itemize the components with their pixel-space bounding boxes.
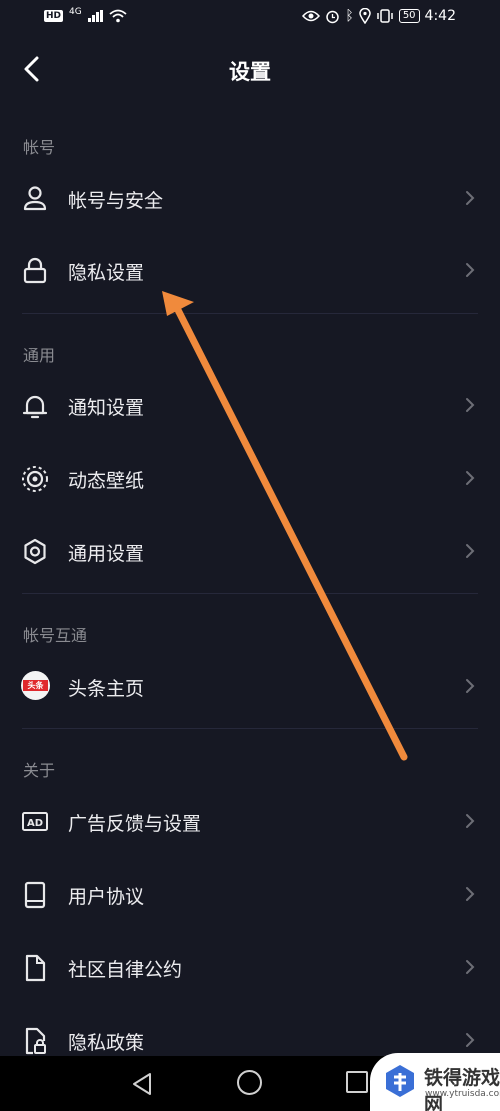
- section-label-linked-accounts: 帐号互通: [23, 626, 88, 645]
- section-divider: [22, 593, 478, 594]
- settings-item-label: 动态壁纸: [68, 470, 145, 492]
- settings-item-user-agreement[interactable]: 用户协议: [0, 858, 500, 930]
- chevron-right-icon: [466, 679, 475, 693]
- settings-item-label: 通知设置: [68, 397, 145, 419]
- location-icon: [359, 8, 371, 24]
- settings-item-notifications[interactable]: 通知设置: [0, 369, 500, 441]
- wifi-icon: [109, 9, 127, 23]
- status-bar-right: ᛒ 50 4:42: [302, 8, 456, 24]
- chevron-right-icon: [466, 814, 475, 828]
- watermark-name: 铁得游戏网: [424, 1067, 500, 1111]
- privacy-doc-icon: [25, 1027, 46, 1055]
- ad-icon: AD: [22, 812, 48, 831]
- settings-item-ad-feedback[interactable]: AD 广告反馈与设置: [0, 785, 500, 857]
- watermark-url: www.ytruisda.com: [425, 1089, 500, 1099]
- toutiao-logo: 头条: [21, 671, 50, 700]
- book-icon: [24, 881, 46, 909]
- site-watermark: 铁得游戏网 www.ytruisda.com: [370, 1053, 500, 1111]
- bluetooth-icon: ᛒ: [345, 8, 354, 24]
- lock-icon: [23, 257, 47, 284]
- settings-item-label: 通用设置: [68, 543, 145, 565]
- settings-item-label: 用户协议: [68, 886, 145, 908]
- status-bar: HD 4G ᛒ 50 4:42: [0, 0, 500, 34]
- nav-recents-icon[interactable]: [346, 1071, 368, 1093]
- bell-icon: [22, 395, 48, 419]
- chevron-right-icon: [466, 398, 475, 412]
- chevron-right-icon: [466, 263, 475, 277]
- clock: 4:42: [424, 8, 456, 24]
- section-divider: [22, 313, 478, 314]
- settings-item-label: 隐私政策: [68, 1032, 145, 1054]
- section-label-general: 通用: [23, 346, 56, 365]
- chevron-right-icon: [466, 960, 475, 974]
- status-bar-left: HD 4G: [44, 7, 127, 23]
- settings-item-account-security[interactable]: 帐号与安全: [0, 162, 500, 234]
- settings-item-privacy-settings[interactable]: 隐私设置: [0, 234, 500, 306]
- nav-home-icon[interactable]: [237, 1070, 262, 1095]
- alarm-icon: [326, 10, 340, 23]
- page-title: 设置: [229, 60, 271, 84]
- settings-item-label: 隐私设置: [68, 262, 145, 284]
- settings-item-label: 广告反馈与设置: [68, 813, 202, 835]
- settings-item-general-settings[interactable]: 通用设置: [0, 515, 500, 587]
- gear-icon: [24, 538, 46, 565]
- settings-item-live-wallpaper[interactable]: 动态壁纸: [0, 442, 500, 514]
- chevron-right-icon: [466, 544, 475, 558]
- chevron-right-icon: [466, 471, 475, 485]
- chevron-right-icon: [466, 191, 475, 205]
- settings-item-community-guidelines[interactable]: 社区自律公约: [0, 931, 500, 1003]
- nav-back-icon[interactable]: [130, 1071, 154, 1097]
- signal-icon: [87, 10, 103, 22]
- toutiao-logo-text: 头条: [23, 680, 48, 691]
- eye-icon: [302, 10, 321, 22]
- header: 设置: [0, 34, 500, 106]
- svg-text:AD: AD: [27, 818, 43, 829]
- settings-item-label: 社区自律公约: [68, 959, 183, 981]
- settings-item-toutiao-homepage[interactable]: 头条 头条主页: [0, 650, 500, 722]
- live-wallpaper-icon: [22, 466, 48, 492]
- section-label-about: 关于: [23, 761, 56, 780]
- battery-indicator: 50: [398, 9, 420, 23]
- watermark-logo: [386, 1065, 414, 1097]
- section-divider: [22, 728, 478, 729]
- document-icon: [25, 954, 46, 982]
- settings-item-label: 头条主页: [68, 678, 145, 700]
- section-label-account: 帐号: [23, 138, 56, 157]
- user-icon: [23, 186, 47, 211]
- vibrate-icon: [377, 9, 393, 23]
- network-type: 4G: [69, 7, 82, 17]
- chevron-right-icon: [466, 1033, 475, 1047]
- chevron-right-icon: [466, 887, 475, 901]
- settings-item-label: 帐号与安全: [68, 190, 164, 212]
- hd-badge: HD: [44, 10, 64, 22]
